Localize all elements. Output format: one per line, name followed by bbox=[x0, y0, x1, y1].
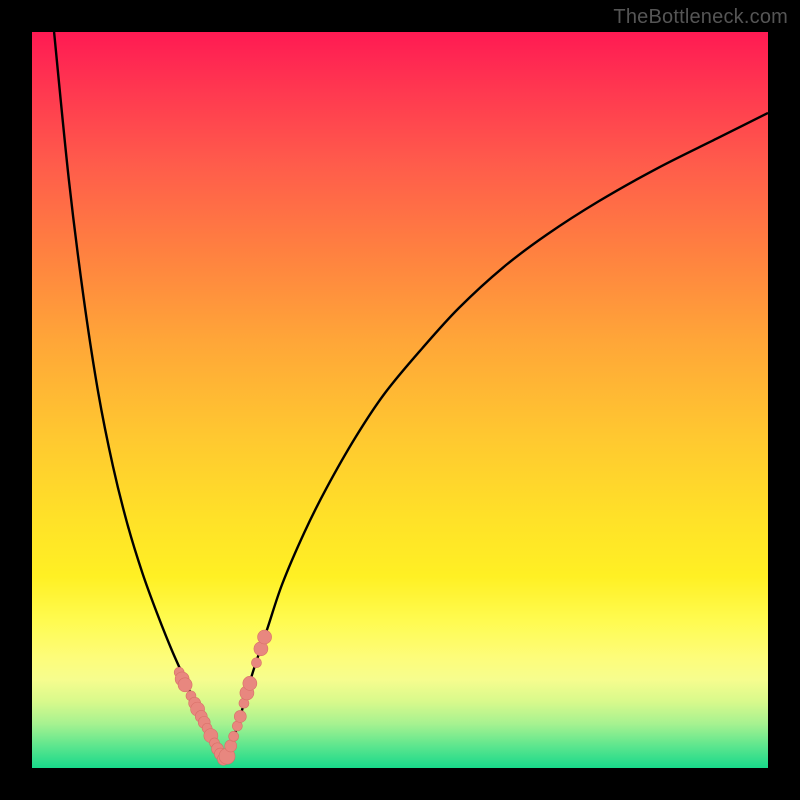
data-marker bbox=[229, 731, 239, 741]
data-marker bbox=[243, 676, 257, 690]
chart-svg bbox=[32, 32, 768, 768]
chart-area bbox=[32, 32, 768, 768]
data-marker bbox=[178, 678, 192, 692]
curve-left bbox=[54, 32, 223, 759]
marker-group bbox=[174, 630, 271, 765]
watermark-text: TheBottleneck.com bbox=[613, 6, 788, 29]
data-marker bbox=[258, 630, 272, 644]
outer-frame: TheBottleneck.com bbox=[0, 0, 800, 800]
curve-right bbox=[223, 113, 768, 759]
data-marker bbox=[251, 658, 261, 668]
data-marker bbox=[225, 740, 237, 752]
data-marker bbox=[234, 710, 246, 722]
